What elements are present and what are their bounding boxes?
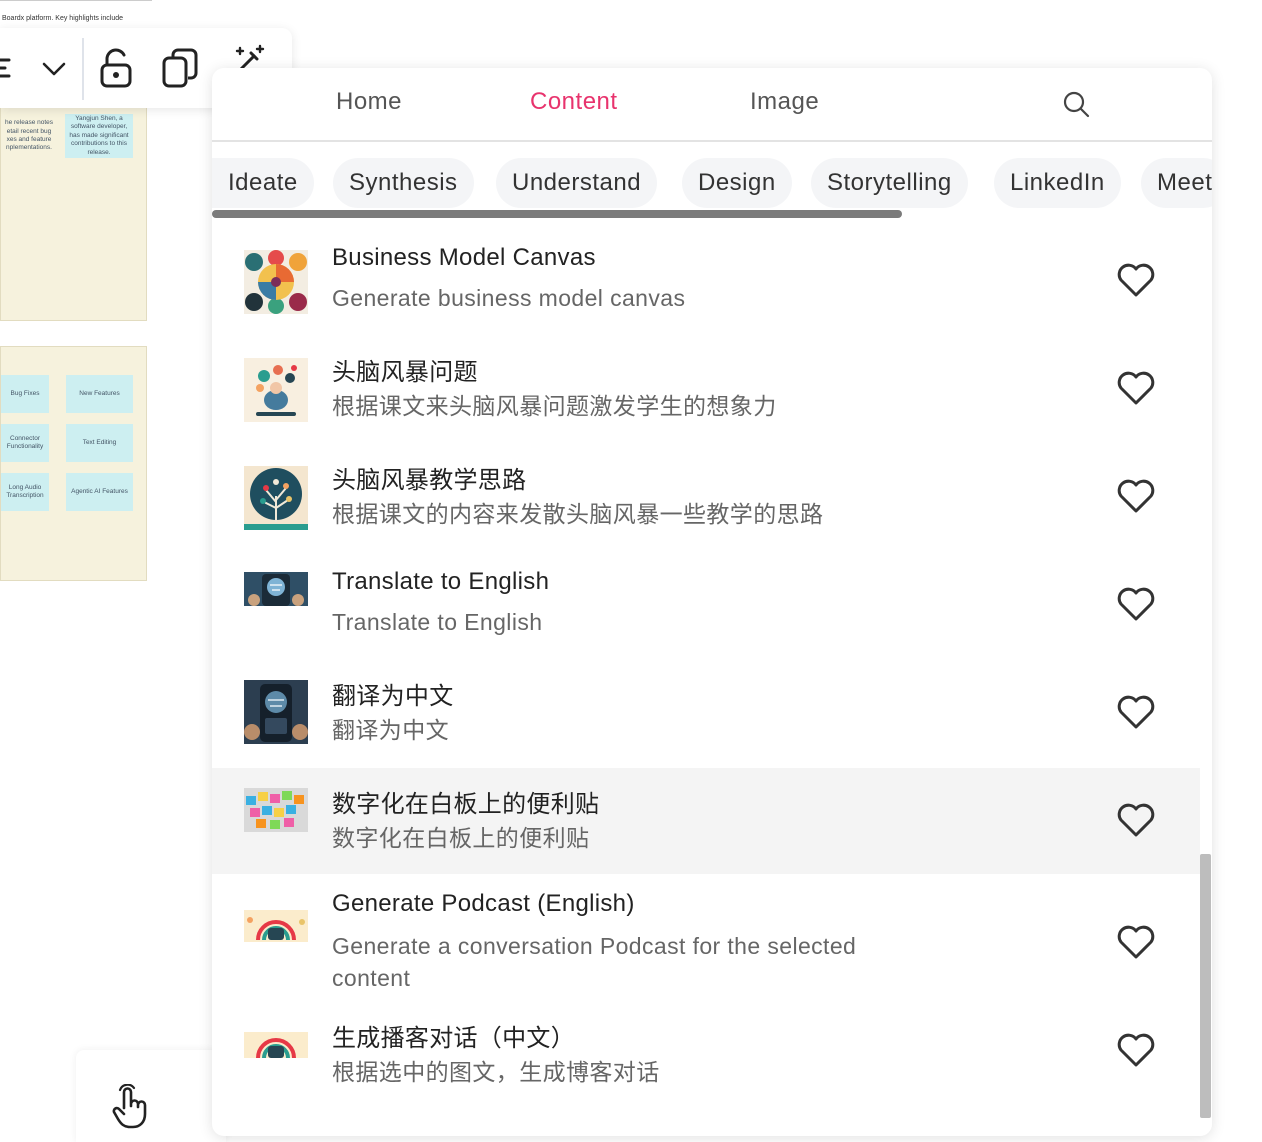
heart-icon[interactable] bbox=[1116, 802, 1156, 838]
ai-assistant-panel: Home Content Image Ideate Synthesis Unde… bbox=[212, 68, 1212, 1136]
item-title: 数字化在白板上的便利贴 bbox=[332, 791, 600, 818]
category-chips: Ideate Synthesis Understand Design Story… bbox=[212, 158, 1212, 210]
item-title: 头脑风暴问题 bbox=[332, 359, 478, 386]
tab-home[interactable]: Home bbox=[336, 88, 402, 116]
item-description: Generate business model canvas bbox=[332, 285, 686, 311]
thumbnail-phone-globe-2 bbox=[244, 680, 308, 744]
list-item[interactable]: Generate Podcast (English) Generate a co… bbox=[212, 874, 1200, 998]
item-title: Business Model Canvas bbox=[332, 244, 596, 271]
search-icon bbox=[1063, 91, 1090, 118]
panel-nav: Home Content Image bbox=[212, 68, 1212, 142]
item-description: Generate a conversation Podcast for the … bbox=[332, 933, 857, 991]
heart-icon[interactable] bbox=[1116, 924, 1156, 960]
sticky-note[interactable]: he release notes etail recent bug xes an… bbox=[1, 116, 57, 156]
align-button[interactable] bbox=[0, 40, 30, 96]
list-scrollbar-thumb[interactable] bbox=[1200, 854, 1211, 1118]
frame-release-notes[interactable]: he release notes etail recent bug xes an… bbox=[0, 105, 147, 321]
hand-tool-button[interactable] bbox=[104, 1080, 158, 1134]
unlock-icon bbox=[100, 48, 132, 88]
chevron-down-icon bbox=[42, 62, 66, 76]
heart-icon[interactable] bbox=[1116, 262, 1156, 298]
hand-pointer-icon bbox=[112, 1084, 147, 1129]
copy-button[interactable] bbox=[156, 40, 204, 96]
item-description: Translate to English bbox=[332, 609, 543, 635]
thumbnail-podcast-2 bbox=[244, 1032, 308, 1058]
dropdown-button[interactable] bbox=[30, 40, 78, 96]
item-title: Translate to English bbox=[332, 568, 550, 595]
document-text-snippet: Boardx platform. Key highlights include bbox=[2, 15, 124, 22]
heart-icon[interactable] bbox=[1116, 1032, 1156, 1068]
thumbnail-business-model-canvas bbox=[244, 250, 308, 314]
sticky-note[interactable]: Yangjun Shen, a software developer, has … bbox=[65, 114, 133, 158]
sticky-note[interactable]: Text Editing bbox=[66, 424, 133, 462]
list-item[interactable]: 头脑风暴问题 根据课文来头脑风暴问题激发学生的想象力 bbox=[212, 336, 1200, 444]
item-title: 生成播客对话（中文） bbox=[332, 1025, 575, 1052]
align-icon bbox=[0, 58, 11, 78]
toolbar-divider bbox=[82, 38, 84, 100]
heart-icon[interactable] bbox=[1116, 478, 1156, 514]
chip-storytelling[interactable]: Storytelling bbox=[811, 158, 968, 208]
item-description: 根据选中的图文，生成博客对话 bbox=[332, 1059, 660, 1085]
sticky-note[interactable]: Agentic AI Features bbox=[66, 473, 133, 511]
item-description: 翻译为中文 bbox=[332, 717, 449, 743]
tab-content[interactable]: Content bbox=[530, 88, 618, 116]
item-title: 翻译为中文 bbox=[332, 683, 454, 710]
heart-icon[interactable] bbox=[1116, 694, 1156, 730]
thumbnail-podcast bbox=[244, 910, 308, 942]
item-description: 根据课文来头脑风暴问题激发学生的想象力 bbox=[332, 393, 777, 419]
list-item[interactable]: Business Model Canvas Generate business … bbox=[212, 228, 1200, 336]
copy-icon bbox=[162, 48, 198, 88]
thumbnail-sticky-notes bbox=[244, 788, 308, 832]
thumbnail-phone-globe bbox=[244, 572, 308, 606]
search-button[interactable] bbox=[1060, 88, 1092, 120]
item-description: 根据课文的内容来发散头脑风暴一些教学的思路 bbox=[332, 501, 824, 527]
sticky-note[interactable]: New Features bbox=[66, 375, 133, 413]
category-scrollbar[interactable] bbox=[212, 210, 902, 218]
unlock-button[interactable] bbox=[92, 40, 140, 96]
chip-linkedin[interactable]: LinkedIn bbox=[994, 158, 1121, 208]
thumbnail-brainstorm-tree bbox=[244, 466, 308, 530]
sticky-note[interactable]: Bug Fixes bbox=[1, 375, 49, 413]
prompt-list: Business Model Canvas Generate business … bbox=[212, 228, 1200, 1136]
thumbnail-brainstorm-questions bbox=[244, 358, 308, 422]
item-title: 头脑风暴教学思路 bbox=[332, 467, 527, 494]
chip-ideate[interactable]: Ideate bbox=[212, 158, 314, 208]
chip-meet[interactable]: Meet bbox=[1141, 158, 1212, 208]
sticky-note[interactable]: Long Audio Transcription bbox=[1, 473, 49, 511]
item-title: Generate Podcast (English) bbox=[332, 890, 635, 917]
list-item[interactable]: 生成播客对话（中文） 根据选中的图文，生成博客对话 bbox=[212, 1018, 1200, 1136]
list-item[interactable]: Translate to English Translate to Englis… bbox=[212, 552, 1200, 660]
item-description: 数字化在白板上的便利贴 bbox=[332, 825, 590, 851]
heart-icon[interactable] bbox=[1116, 370, 1156, 406]
tab-image[interactable]: Image bbox=[750, 88, 819, 116]
chip-design[interactable]: Design bbox=[682, 158, 792, 208]
sticky-note[interactable]: Connector Functionality bbox=[1, 424, 49, 462]
document-edge bbox=[0, 0, 152, 1]
chip-understand[interactable]: Understand bbox=[496, 158, 658, 208]
list-item[interactable]: 翻译为中文 翻译为中文 bbox=[212, 660, 1200, 768]
list-item[interactable]: 数字化在白板上的便利贴 数字化在白板上的便利贴 bbox=[212, 768, 1200, 874]
chip-synthesis[interactable]: Synthesis bbox=[333, 158, 474, 208]
list-item[interactable]: 头脑风暴教学思路 根据课文的内容来发散头脑风暴一些教学的思路 bbox=[212, 444, 1200, 552]
frame-release-topics[interactable]: Bug Fixes New Features Connector Functio… bbox=[0, 346, 147, 581]
heart-icon[interactable] bbox=[1116, 586, 1156, 622]
